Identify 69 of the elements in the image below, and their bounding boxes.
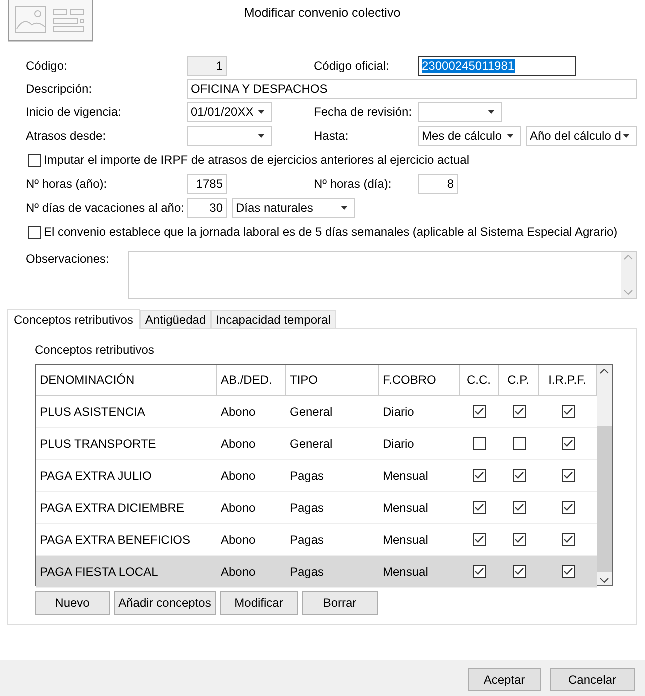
table-cell-text: Abono bbox=[220, 404, 257, 420]
text-field[interactable]: 23000245011981 bbox=[418, 56, 576, 76]
checkbox-label: Imputar el importe de IRPF de atrasos de ejercicios anteriores al ejercicio actual bbox=[44, 153, 470, 167]
field-label: Atrasos desde: bbox=[26, 129, 108, 143]
table-row[interactable]: PLUS TRANSPORTE Abono General Diario bbox=[36, 428, 597, 460]
field-label: Hasta: bbox=[314, 129, 350, 143]
table-cell-text: Abono bbox=[220, 532, 257, 548]
section-title: Conceptos retributivos bbox=[35, 343, 156, 357]
tab[interactable]: Conceptos retributivos bbox=[7, 309, 140, 329]
field-label: Código oficial: bbox=[314, 59, 390, 73]
dropdown[interactable]: Año del cálculo d bbox=[526, 126, 637, 146]
table-cell-text: Abono bbox=[220, 564, 257, 580]
tab[interactable]: Incapacidad temporal bbox=[211, 310, 336, 328]
field-label: Nº horas (año): bbox=[26, 177, 108, 191]
text-field[interactable]: OFICINA Y DESPACHOS bbox=[187, 79, 637, 99]
table-cell-text: General bbox=[289, 436, 334, 452]
table-cell-text: Mensual bbox=[382, 564, 430, 580]
table-cell-text: Diario bbox=[382, 404, 416, 420]
field-label: Código: bbox=[26, 59, 68, 73]
number-field[interactable]: 8 bbox=[418, 174, 458, 194]
field-label: Descripción: bbox=[26, 82, 94, 96]
window-title: Modificar convenio colectivo bbox=[243, 6, 402, 20]
column-header[interactable]: DENOMINACIÓN bbox=[36, 365, 217, 395]
table-cell-text: PAGA EXTRA JULIO bbox=[39, 468, 153, 484]
column-header[interactable]: F.COBRO bbox=[379, 365, 460, 395]
number-field[interactable]: 30 bbox=[187, 198, 227, 218]
field-label: Inicio de vigencia: bbox=[26, 105, 122, 119]
column-header[interactable]: TIPO bbox=[286, 365, 379, 395]
column-header[interactable]: AB./DED. bbox=[217, 365, 286, 395]
dropdown[interactable]: Mes de cálculo bbox=[418, 126, 521, 146]
table-cell-text: Pagas bbox=[289, 564, 326, 580]
dialog-button[interactable]: Aceptar bbox=[468, 668, 541, 691]
table-cell-text: Pagas bbox=[289, 532, 326, 548]
table-cell-text: Mensual bbox=[382, 532, 430, 548]
table-cell-text: PAGA EXTRA DICIEMBRE bbox=[39, 500, 186, 516]
table-cell-text: Abono bbox=[220, 468, 257, 484]
table-cell-text: PLUS ASISTENCIA bbox=[39, 404, 146, 420]
field-label: Observaciones: bbox=[26, 251, 110, 268]
table-cell-text: Pagas bbox=[289, 500, 326, 516]
table-row[interactable]: PAGA EXTRA DICIEMBRE Abono Pagas Mensual bbox=[36, 492, 597, 524]
dialog-button[interactable]: Cancelar bbox=[550, 668, 635, 691]
table-cell-text: General bbox=[289, 404, 334, 420]
action-button[interactable]: Nuevo bbox=[35, 591, 110, 615]
field-label: Nº horas (día): bbox=[314, 177, 393, 191]
table-cell-text: Abono bbox=[220, 436, 257, 452]
number-field[interactable]: 1785 bbox=[187, 174, 227, 194]
field-label: Nº días de vacaciones al año: bbox=[26, 201, 186, 215]
field-label: Fecha de revisión: bbox=[314, 105, 414, 119]
table-cell-text: PAGA EXTRA BENEFICIOS bbox=[39, 532, 192, 548]
tab[interactable]: Antigüedad bbox=[140, 310, 212, 328]
checkbox-label: El convenio establece que la jornada laboral es de 5 días semanales (aplicable al Sistema Especial Agrario) bbox=[44, 225, 618, 239]
table-cell-text: PLUS TRANSPORTE bbox=[39, 436, 158, 452]
dropdown[interactable]: 01/01/20XX bbox=[187, 102, 272, 122]
table-row[interactable]: PAGA FIESTA LOCAL Abono Pagas Mensual bbox=[36, 556, 597, 588]
action-button[interactable]: Borrar bbox=[302, 591, 378, 615]
table-cell-text: PAGA FIESTA LOCAL bbox=[39, 564, 160, 580]
table-cell-text: Abono bbox=[220, 500, 257, 516]
table-row[interactable]: PAGA EXTRA JULIO Abono Pagas Mensual bbox=[36, 460, 597, 492]
dropdown[interactable]: Días naturales bbox=[232, 198, 355, 218]
table-cell-text: Diario bbox=[382, 436, 416, 452]
code-field: 1 bbox=[187, 56, 227, 76]
action-button[interactable]: Modificar bbox=[220, 591, 298, 615]
table-cell-text: Mensual bbox=[382, 500, 430, 516]
column-header[interactable]: C.P. bbox=[499, 365, 539, 395]
action-button[interactable]: Añadir conceptos bbox=[114, 591, 216, 615]
column-header[interactable]: C.C. bbox=[460, 365, 499, 395]
table-cell-text: Mensual bbox=[382, 468, 430, 484]
table-row[interactable]: PLUS ASISTENCIA Abono General Diario bbox=[36, 396, 597, 428]
table-cell-text: Pagas bbox=[289, 468, 326, 484]
